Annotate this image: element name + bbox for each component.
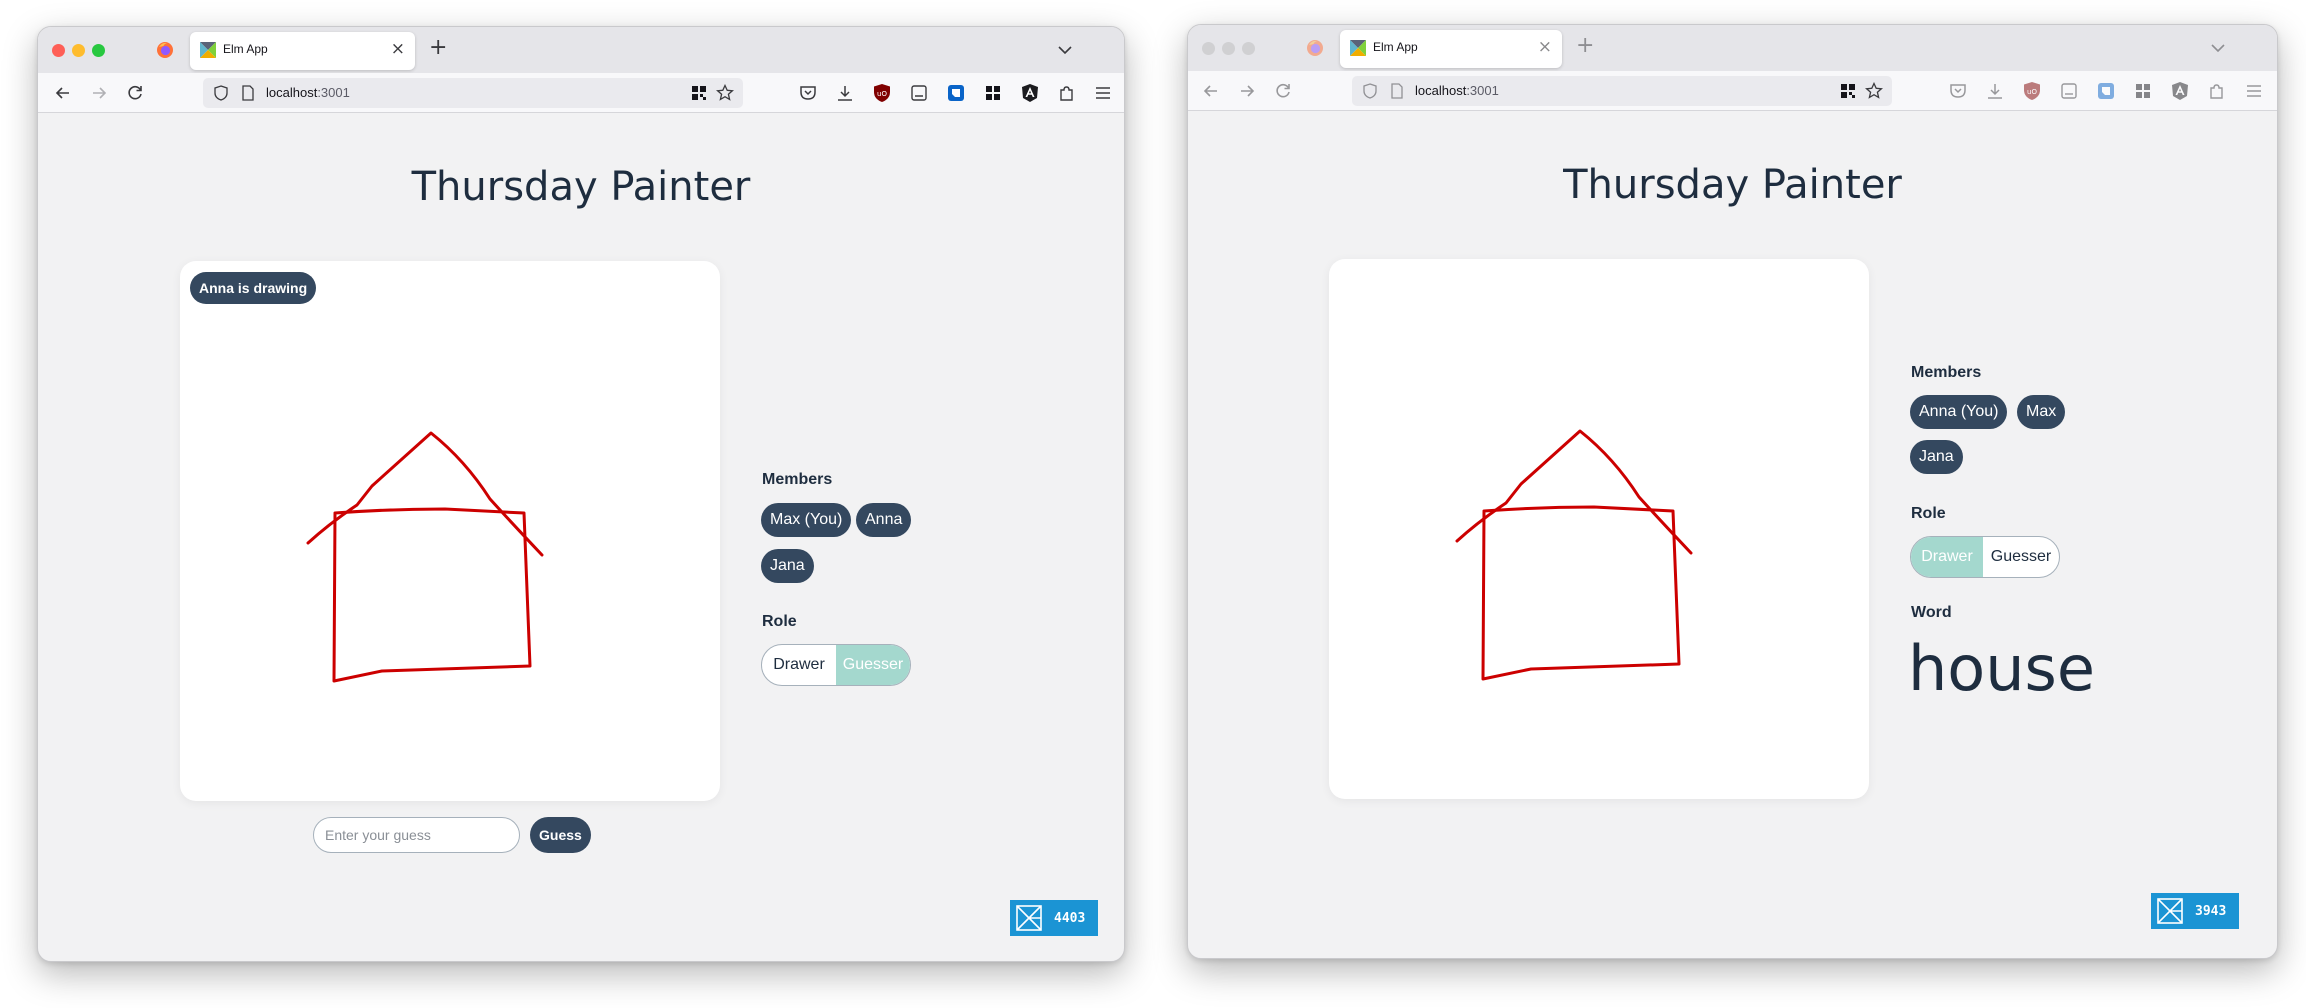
member-chip: Max	[2017, 395, 2066, 429]
minimize-window-button[interactable]	[72, 44, 85, 57]
tab-title: Elm App	[1373, 40, 1418, 54]
hamburger-menu-icon[interactable]	[2244, 81, 2264, 101]
member-chip: Max (You)	[761, 503, 852, 537]
elm-port-label: 3943	[2195, 904, 2227, 919]
zoom-window-button[interactable]	[1242, 42, 1255, 55]
extension-blue-icon[interactable]	[2096, 81, 2116, 101]
word-label: Word	[1911, 604, 1952, 621]
role-label: Role	[1911, 505, 1946, 522]
browser-window-drawer: Elm App × + localhost:3001 uO Thursday P…	[1187, 24, 2278, 959]
title-bar: Elm App × +	[38, 27, 1124, 73]
ublock-icon[interactable]: uO	[2022, 81, 2042, 101]
member-chip: Jana	[1910, 440, 1963, 474]
close-window-button[interactable]	[1202, 42, 1215, 55]
qr-code-icon[interactable]	[1840, 83, 1856, 99]
grid-apps-icon[interactable]	[983, 83, 1003, 103]
role-option-drawer[interactable]: Drawer	[762, 645, 836, 685]
reader-icon[interactable]	[909, 83, 929, 103]
secret-word: house	[1908, 632, 2095, 705]
hamburger-menu-icon[interactable]	[1093, 83, 1113, 103]
tab-close-icon[interactable]: ×	[391, 39, 405, 59]
zoom-window-button[interactable]	[92, 44, 105, 57]
navigation-toolbar: localhost:3001 uO	[1188, 71, 2277, 111]
navigation-toolbar: localhost:3001 uO	[38, 73, 1124, 113]
close-window-button[interactable]	[52, 44, 65, 57]
page-title: Thursday Painter	[411, 164, 751, 210]
page-icon[interactable]	[241, 85, 255, 101]
elm-logo-icon	[1016, 905, 1042, 931]
role-option-guesser[interactable]: Guesser	[836, 645, 910, 685]
member-chip: Anna (You)	[1910, 395, 2008, 429]
title-bar: Elm App × +	[1188, 25, 2277, 71]
role-label: Role	[762, 613, 797, 630]
forward-arrow-icon[interactable]	[88, 82, 110, 104]
drawing-status-badge: Anna is drawing	[190, 272, 317, 304]
url-bar[interactable]: localhost:3001	[203, 78, 743, 108]
url-text[interactable]: localhost:3001	[266, 85, 350, 100]
page-content: Thursday Painter Anna is drawing Members…	[38, 114, 1124, 961]
role-toggle[interactable]: Drawer Guesser	[761, 644, 911, 686]
chevron-down-icon[interactable]	[2209, 39, 2227, 57]
chevron-down-icon[interactable]	[1056, 41, 1074, 59]
url-bar[interactable]: localhost:3001	[1352, 76, 1892, 106]
elm-favicon-icon	[200, 42, 216, 58]
extensions-puzzle-icon[interactable]	[1057, 83, 1077, 103]
page-title: Thursday Painter	[1563, 162, 1902, 208]
reload-icon[interactable]	[1272, 80, 1294, 102]
back-arrow-icon[interactable]	[1200, 80, 1222, 102]
bookmark-star-icon[interactable]	[1865, 82, 1883, 100]
bookmark-star-icon[interactable]	[716, 84, 734, 102]
firefox-icon[interactable]	[1306, 39, 1324, 57]
member-chip: Jana	[761, 549, 814, 583]
angular-icon[interactable]	[1020, 83, 1040, 103]
svg-text:uO: uO	[2027, 88, 2037, 96]
download-icon[interactable]	[1985, 81, 2005, 101]
new-tab-icon[interactable]: +	[1576, 34, 1594, 58]
page-content: Thursday Painter Members Anna (You) Max …	[1188, 112, 2277, 958]
new-tab-icon[interactable]: +	[429, 36, 447, 60]
reader-icon[interactable]	[2059, 81, 2079, 101]
shield-icon[interactable]	[1362, 83, 1378, 99]
guess-button[interactable]: Guess	[530, 817, 591, 853]
page-icon[interactable]	[1390, 83, 1404, 99]
member-chip: Anna	[856, 503, 912, 537]
role-option-drawer[interactable]: Drawer	[1911, 537, 1983, 577]
elm-favicon-icon	[1350, 40, 1366, 56]
firefox-icon[interactable]	[156, 41, 174, 59]
pocket-icon[interactable]	[798, 83, 818, 103]
angular-icon[interactable]	[2170, 81, 2190, 101]
role-option-guesser[interactable]: Guesser	[1983, 537, 2059, 577]
shield-icon[interactable]	[213, 85, 229, 101]
reload-icon[interactable]	[124, 82, 146, 104]
house-drawing	[306, 431, 544, 683]
forward-arrow-icon[interactable]	[1236, 80, 1258, 102]
guess-input[interactable]	[313, 817, 520, 853]
elm-logo-icon	[2157, 898, 2183, 924]
role-toggle[interactable]: Drawer Guesser	[1910, 536, 2060, 578]
url-text[interactable]: localhost:3001	[1415, 83, 1499, 98]
qr-code-icon[interactable]	[691, 85, 707, 101]
tab-title: Elm App	[223, 42, 268, 56]
ublock-icon[interactable]: uO	[872, 83, 892, 103]
pocket-icon[interactable]	[1948, 81, 1968, 101]
house-drawing	[1455, 429, 1693, 681]
tab-elm-app[interactable]: Elm App ×	[190, 32, 415, 70]
minimize-window-button[interactable]	[1222, 42, 1235, 55]
members-label: Members	[1911, 364, 1982, 381]
svg-text:uO: uO	[877, 90, 887, 98]
tab-close-icon[interactable]: ×	[1538, 37, 1552, 57]
members-label: Members	[762, 471, 833, 488]
drawing-canvas[interactable]	[1329, 259, 1869, 799]
download-icon[interactable]	[835, 83, 855, 103]
extension-blue-icon[interactable]	[946, 83, 966, 103]
elm-debugger-badge[interactable]: 4403	[1010, 900, 1098, 936]
extensions-puzzle-icon[interactable]	[2207, 81, 2227, 101]
tab-elm-app[interactable]: Elm App ×	[1340, 30, 1562, 68]
elm-port-label: 4403	[1054, 911, 1086, 926]
drawing-canvas[interactable]: Anna is drawing	[180, 261, 720, 801]
grid-apps-icon[interactable]	[2133, 81, 2153, 101]
elm-debugger-badge[interactable]: 3943	[2151, 893, 2239, 929]
browser-window-guesser: Elm App × + localhost:3001 uO Thursday P…	[37, 26, 1125, 962]
back-arrow-icon[interactable]	[52, 82, 74, 104]
